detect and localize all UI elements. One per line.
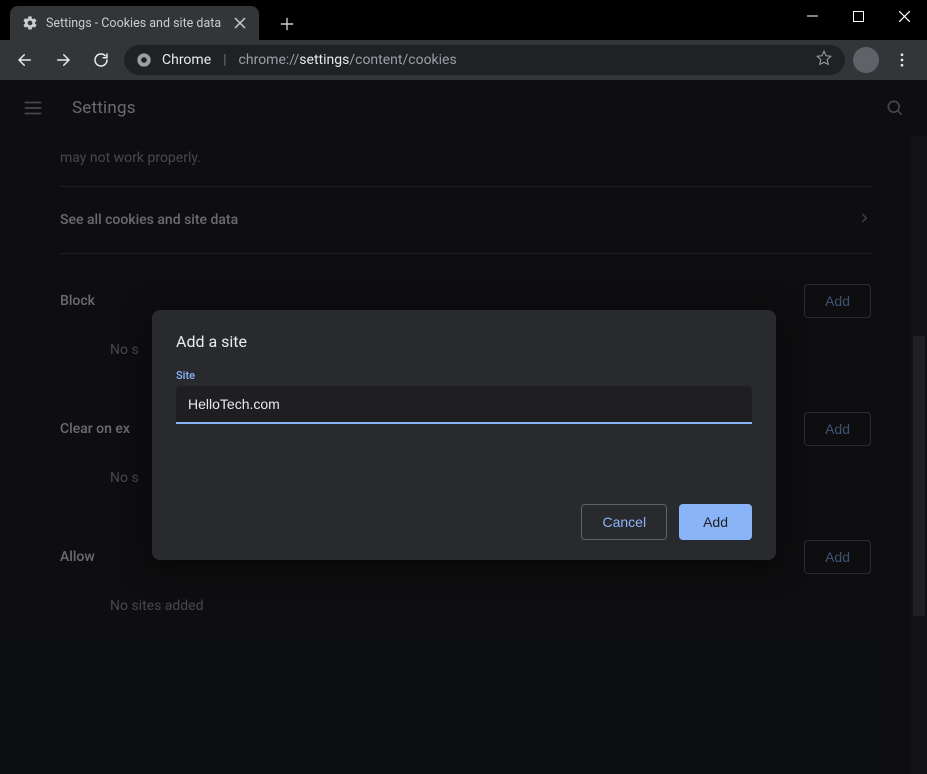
- site-input[interactable]: [176, 386, 752, 424]
- browser-tab[interactable]: Settings - Cookies and site data: [10, 6, 259, 40]
- minimize-window-button[interactable]: [789, 0, 835, 32]
- dialog-title: Add a site: [176, 332, 752, 351]
- back-button[interactable]: [10, 45, 40, 75]
- cancel-button[interactable]: Cancel: [581, 504, 667, 540]
- gear-icon: [22, 15, 38, 31]
- omnibox-origin: Chrome: [162, 52, 211, 68]
- forward-button[interactable]: [48, 45, 78, 75]
- add-site-dialog: Add a site Site Cancel Add: [152, 310, 776, 560]
- reload-button[interactable]: [86, 45, 116, 75]
- new-tab-button[interactable]: [273, 10, 301, 38]
- separator: |: [223, 52, 226, 68]
- menu-button[interactable]: [887, 45, 917, 75]
- site-field-label: Site: [176, 369, 752, 382]
- omnibox[interactable]: Chrome | chrome://settings/content/cooki…: [124, 45, 845, 75]
- omnibox-url: chrome://settings/content/cookies: [239, 52, 457, 68]
- profile-avatar[interactable]: [853, 47, 879, 73]
- tab-title: Settings - Cookies and site data: [46, 16, 221, 31]
- close-tab-icon[interactable]: [233, 16, 247, 30]
- add-button[interactable]: Add: [679, 504, 752, 540]
- maximize-window-button[interactable]: [835, 0, 881, 32]
- chrome-icon: [136, 52, 152, 68]
- close-window-button[interactable]: [881, 0, 927, 32]
- star-icon[interactable]: [815, 49, 833, 71]
